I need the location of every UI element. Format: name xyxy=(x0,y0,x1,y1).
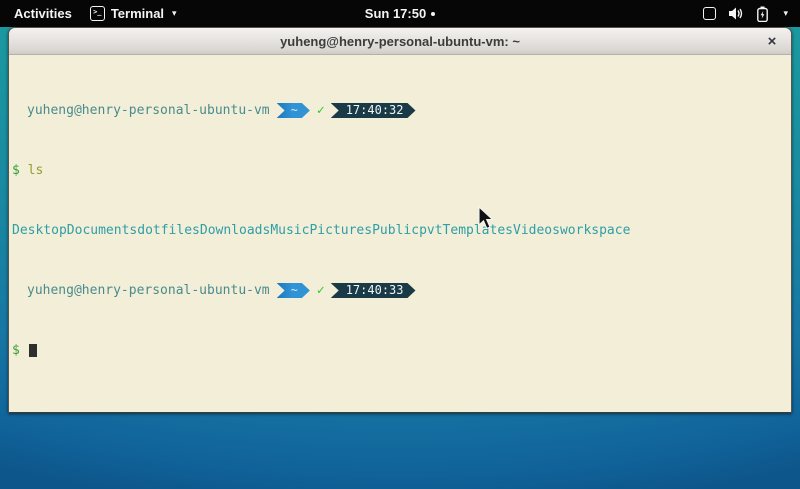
battery-charging-icon xyxy=(757,6,768,22)
window-titlebar[interactable]: yuheng@henry-personal-ubuntu-vm: ~ × xyxy=(9,28,791,55)
ls-entry: Downloads xyxy=(200,223,270,238)
top-bar-left: Activities >_ Terminal ▾ xyxy=(0,6,177,21)
terminal-icon: >_ xyxy=(90,6,105,21)
prompt-line-2: yuheng@henry-personal-ubuntu-vm ~ ✓ 17:4… xyxy=(12,283,788,298)
typed-command: ls xyxy=(28,163,44,178)
mouse-cursor xyxy=(478,206,498,233)
desktop: { "top_bar": { "activities_label": "Acti… xyxy=(0,0,800,489)
top-bar: Activities >_ Terminal ▾ Sun 17:50 xyxy=(0,0,800,27)
prompt-line-1: yuheng@henry-personal-ubuntu-vm ~ ✓ 17:4… xyxy=(12,103,788,118)
chevron-down-icon: ▾ xyxy=(783,8,788,19)
terminal-content[interactable]: yuheng@henry-personal-ubuntu-vm ~ ✓ 17:4… xyxy=(9,55,791,412)
app-menu-terminal[interactable]: >_ Terminal ▾ xyxy=(90,6,177,21)
prompt-dollar: $ xyxy=(12,163,20,178)
display-icon xyxy=(703,7,716,20)
terminal-window: yuheng@henry-personal-ubuntu-vm: ~ × yuh… xyxy=(8,27,792,413)
app-menu-label: Terminal xyxy=(111,6,164,21)
notification-dot-icon xyxy=(431,12,435,16)
prompt-path-segment: ~ xyxy=(277,283,310,298)
activities-button[interactable]: Activities xyxy=(10,6,76,21)
ls-entry: Videos xyxy=(513,223,560,238)
text-cursor xyxy=(29,344,37,357)
check-icon: ✓ xyxy=(317,103,325,118)
check-icon: ✓ xyxy=(317,283,325,298)
prompt-user-host: yuheng@henry-personal-ubuntu-vm xyxy=(27,283,270,298)
prompt-dollar: $ xyxy=(12,343,20,358)
window-title: yuheng@henry-personal-ubuntu-vm: ~ xyxy=(9,34,791,49)
prompt-time-segment: 17:40:32 xyxy=(331,103,416,118)
prompt-user-host: yuheng@henry-personal-ubuntu-vm xyxy=(27,103,270,118)
ls-entry: Documents xyxy=(67,223,137,238)
chevron-down-icon: ▾ xyxy=(172,8,177,19)
input-line[interactable]: $ xyxy=(12,343,788,358)
ls-output-line: Desktop Documents dotfiles Downloads Mus… xyxy=(12,223,788,238)
prompt-path-segment: ~ xyxy=(277,103,310,118)
ls-entry: Desktop xyxy=(12,223,67,238)
volume-icon xyxy=(729,7,744,20)
ls-entry: Pictures xyxy=(309,223,372,238)
clock[interactable]: Sun 17:50 xyxy=(365,6,426,21)
ls-entry: workspace xyxy=(560,223,630,238)
ls-entry: dotfiles xyxy=(137,223,200,238)
ls-entry: Music xyxy=(270,223,309,238)
ls-entry: pvt xyxy=(419,223,442,238)
command-line: $ ls xyxy=(12,163,788,178)
system-status-area[interactable]: ▾ xyxy=(703,6,800,22)
prompt-time-segment: 17:40:33 xyxy=(331,283,416,298)
ls-entry: Public xyxy=(372,223,419,238)
close-button[interactable]: × xyxy=(762,28,782,55)
